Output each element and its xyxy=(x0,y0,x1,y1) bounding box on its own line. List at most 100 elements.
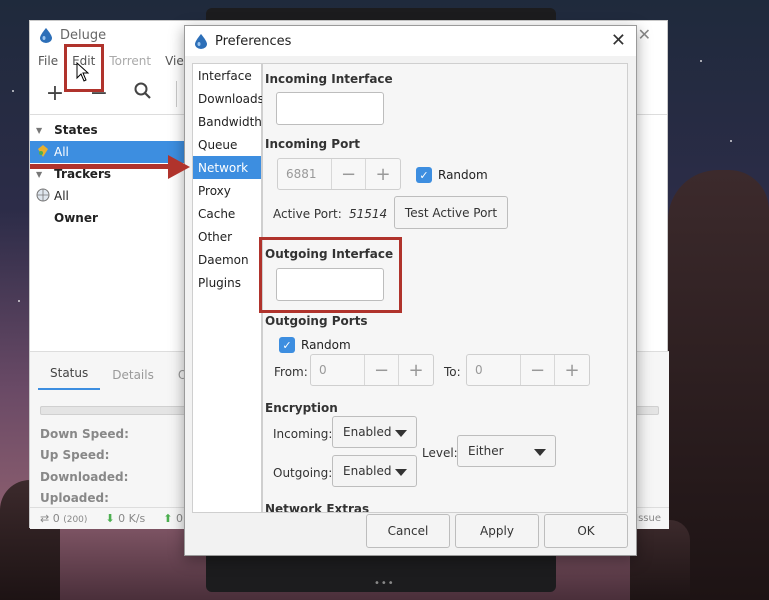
download-arrow-icon: ⬇ xyxy=(105,512,115,525)
star xyxy=(18,300,20,302)
download-speed-status[interactable]: ⬇ 0 K/s xyxy=(105,512,145,525)
encryption-outgoing-label: Outgoing: xyxy=(273,466,333,480)
all-states-label: All xyxy=(54,145,69,159)
search-icon[interactable] xyxy=(132,81,154,106)
add-torrent-icon[interactable]: + xyxy=(44,81,66,106)
menu-file[interactable]: File xyxy=(38,54,58,68)
category-cache[interactable]: Cache xyxy=(193,202,261,225)
incoming-random-label: Random xyxy=(438,168,488,182)
incoming-port-title: Incoming Port xyxy=(265,137,360,151)
encryption-incoming-value: Enabled xyxy=(343,425,392,439)
all-trackers-label: All xyxy=(54,189,69,203)
encryption-outgoing-dropdown[interactable]: Enabled xyxy=(332,455,417,487)
decrement-icon[interactable]: − xyxy=(332,159,366,189)
encryption-incoming-label: Incoming: xyxy=(273,427,333,441)
incoming-port-stepper[interactable]: 6881 − + xyxy=(277,158,401,190)
category-plugins[interactable]: Plugins xyxy=(193,271,261,294)
states-label: States xyxy=(54,123,98,137)
menu-torrent[interactable]: Torrent xyxy=(109,54,151,68)
incoming-interface-input[interactable] xyxy=(276,92,384,125)
connections-icon: ⇄ xyxy=(40,512,50,525)
outgoing-ports-title: Outgoing Ports xyxy=(265,314,368,328)
category-proxy[interactable]: Proxy xyxy=(193,179,261,202)
increment-icon[interactable]: + xyxy=(555,355,589,385)
to-port-value[interactable]: 0 xyxy=(467,355,521,385)
active-port-value: 51514 xyxy=(349,207,388,221)
close-icon[interactable]: ✕ xyxy=(611,30,626,51)
star xyxy=(700,60,702,62)
star xyxy=(730,140,732,142)
chevron-down-icon xyxy=(395,469,407,476)
issue-status[interactable]: Issue xyxy=(635,513,661,524)
category-other[interactable]: Other xyxy=(193,225,261,248)
active-port-label: Active Port: xyxy=(273,207,342,221)
increment-icon[interactable]: + xyxy=(399,355,433,385)
collapse-triangle-icon[interactable]: ▼ xyxy=(36,170,42,179)
network-pointer-arrow xyxy=(30,164,176,169)
connections-count: 0 xyxy=(52,512,60,525)
deluge-logo-icon xyxy=(195,33,207,49)
encryption-incoming-dropdown[interactable]: Enabled xyxy=(332,416,417,448)
incoming-port-value[interactable]: 6881 xyxy=(278,159,332,189)
arrow-head-icon xyxy=(168,155,190,179)
outgoing-random-checkbox[interactable]: ✓ Random xyxy=(279,337,351,353)
globe-icon xyxy=(36,188,50,205)
network-extras-title: Network Extras xyxy=(265,502,370,513)
outgoing-interface-highlight xyxy=(259,237,402,313)
decrement-icon[interactable]: − xyxy=(521,355,555,385)
incoming-interface-title: Incoming Interface xyxy=(265,72,393,86)
chevron-down-icon xyxy=(395,430,407,437)
category-queue[interactable]: Queue xyxy=(193,133,261,156)
preferences-dialog: Preferences ✕ Interface Downloads Bandwi… xyxy=(184,25,637,556)
outgoing-random-label: Random xyxy=(301,338,351,352)
connections-limit: (200) xyxy=(63,515,88,525)
chevron-down-icon xyxy=(534,449,546,456)
star xyxy=(12,90,14,92)
category-daemon[interactable]: Daemon xyxy=(193,248,261,271)
sidebar-item-all-states[interactable]: All xyxy=(30,141,185,163)
connections-status[interactable]: ⇄ 0 (200) xyxy=(40,512,87,525)
from-label: From: xyxy=(274,365,308,379)
toolbar-separator xyxy=(176,80,177,107)
to-port-stepper[interactable]: 0 − + xyxy=(466,354,590,386)
drag-handle-icon[interactable]: ••• xyxy=(374,578,395,589)
encryption-level-dropdown[interactable]: Either xyxy=(457,435,556,467)
collapse-triangle-icon[interactable]: ▼ xyxy=(36,126,42,135)
download-speed-value: 0 K/s xyxy=(118,512,146,525)
to-label: To: xyxy=(444,365,461,379)
from-port-value[interactable]: 0 xyxy=(311,355,365,385)
category-bandwidth[interactable]: Bandwidth xyxy=(193,110,262,133)
checkmark-icon[interactable]: ✓ xyxy=(416,167,432,183)
deluge-logo-icon xyxy=(40,27,52,43)
ok-button[interactable]: OK xyxy=(544,514,628,548)
all-states-icon xyxy=(36,144,50,160)
category-downloads[interactable]: Downloads xyxy=(193,87,264,110)
cancel-button[interactable]: Cancel xyxy=(366,514,450,548)
rock-silhouette xyxy=(630,520,690,600)
sidebar-item-all-trackers[interactable]: All xyxy=(30,185,185,207)
test-active-port-button[interactable]: Test Active Port xyxy=(394,196,508,229)
sidebar-item-owner[interactable]: Owner xyxy=(30,207,185,229)
upload-arrow-icon: ⬆ xyxy=(163,512,173,525)
encryption-level-value: Either xyxy=(468,444,504,458)
encryption-title: Encryption xyxy=(265,401,338,415)
decrement-icon[interactable]: − xyxy=(365,355,399,385)
dialog-titlebar: Preferences ✕ xyxy=(185,26,636,56)
states-header[interactable]: ▼ States xyxy=(30,119,185,141)
encryption-outgoing-value: Enabled xyxy=(343,464,392,478)
incoming-random-checkbox[interactable]: ✓ Random xyxy=(416,167,488,183)
window-title: Deluge xyxy=(60,27,107,43)
category-interface[interactable]: Interface xyxy=(193,64,261,87)
increment-icon[interactable]: + xyxy=(366,159,400,189)
tab-status[interactable]: Status xyxy=(38,366,101,390)
category-list: Interface Downloads Bandwidth Queue Netw… xyxy=(192,63,264,513)
category-network[interactable]: Network xyxy=(193,156,261,179)
from-port-stepper[interactable]: 0 − + xyxy=(310,354,434,386)
mouse-cursor-icon xyxy=(76,62,90,82)
apply-button[interactable]: Apply xyxy=(455,514,539,548)
filter-sidebar: ▼ States All ▼ Trackers All Owner xyxy=(30,119,186,351)
close-icon[interactable]: ✕ xyxy=(638,25,651,44)
dialog-title: Preferences xyxy=(215,33,292,49)
tab-details[interactable]: Details xyxy=(100,368,166,390)
checkmark-icon[interactable]: ✓ xyxy=(279,337,295,353)
